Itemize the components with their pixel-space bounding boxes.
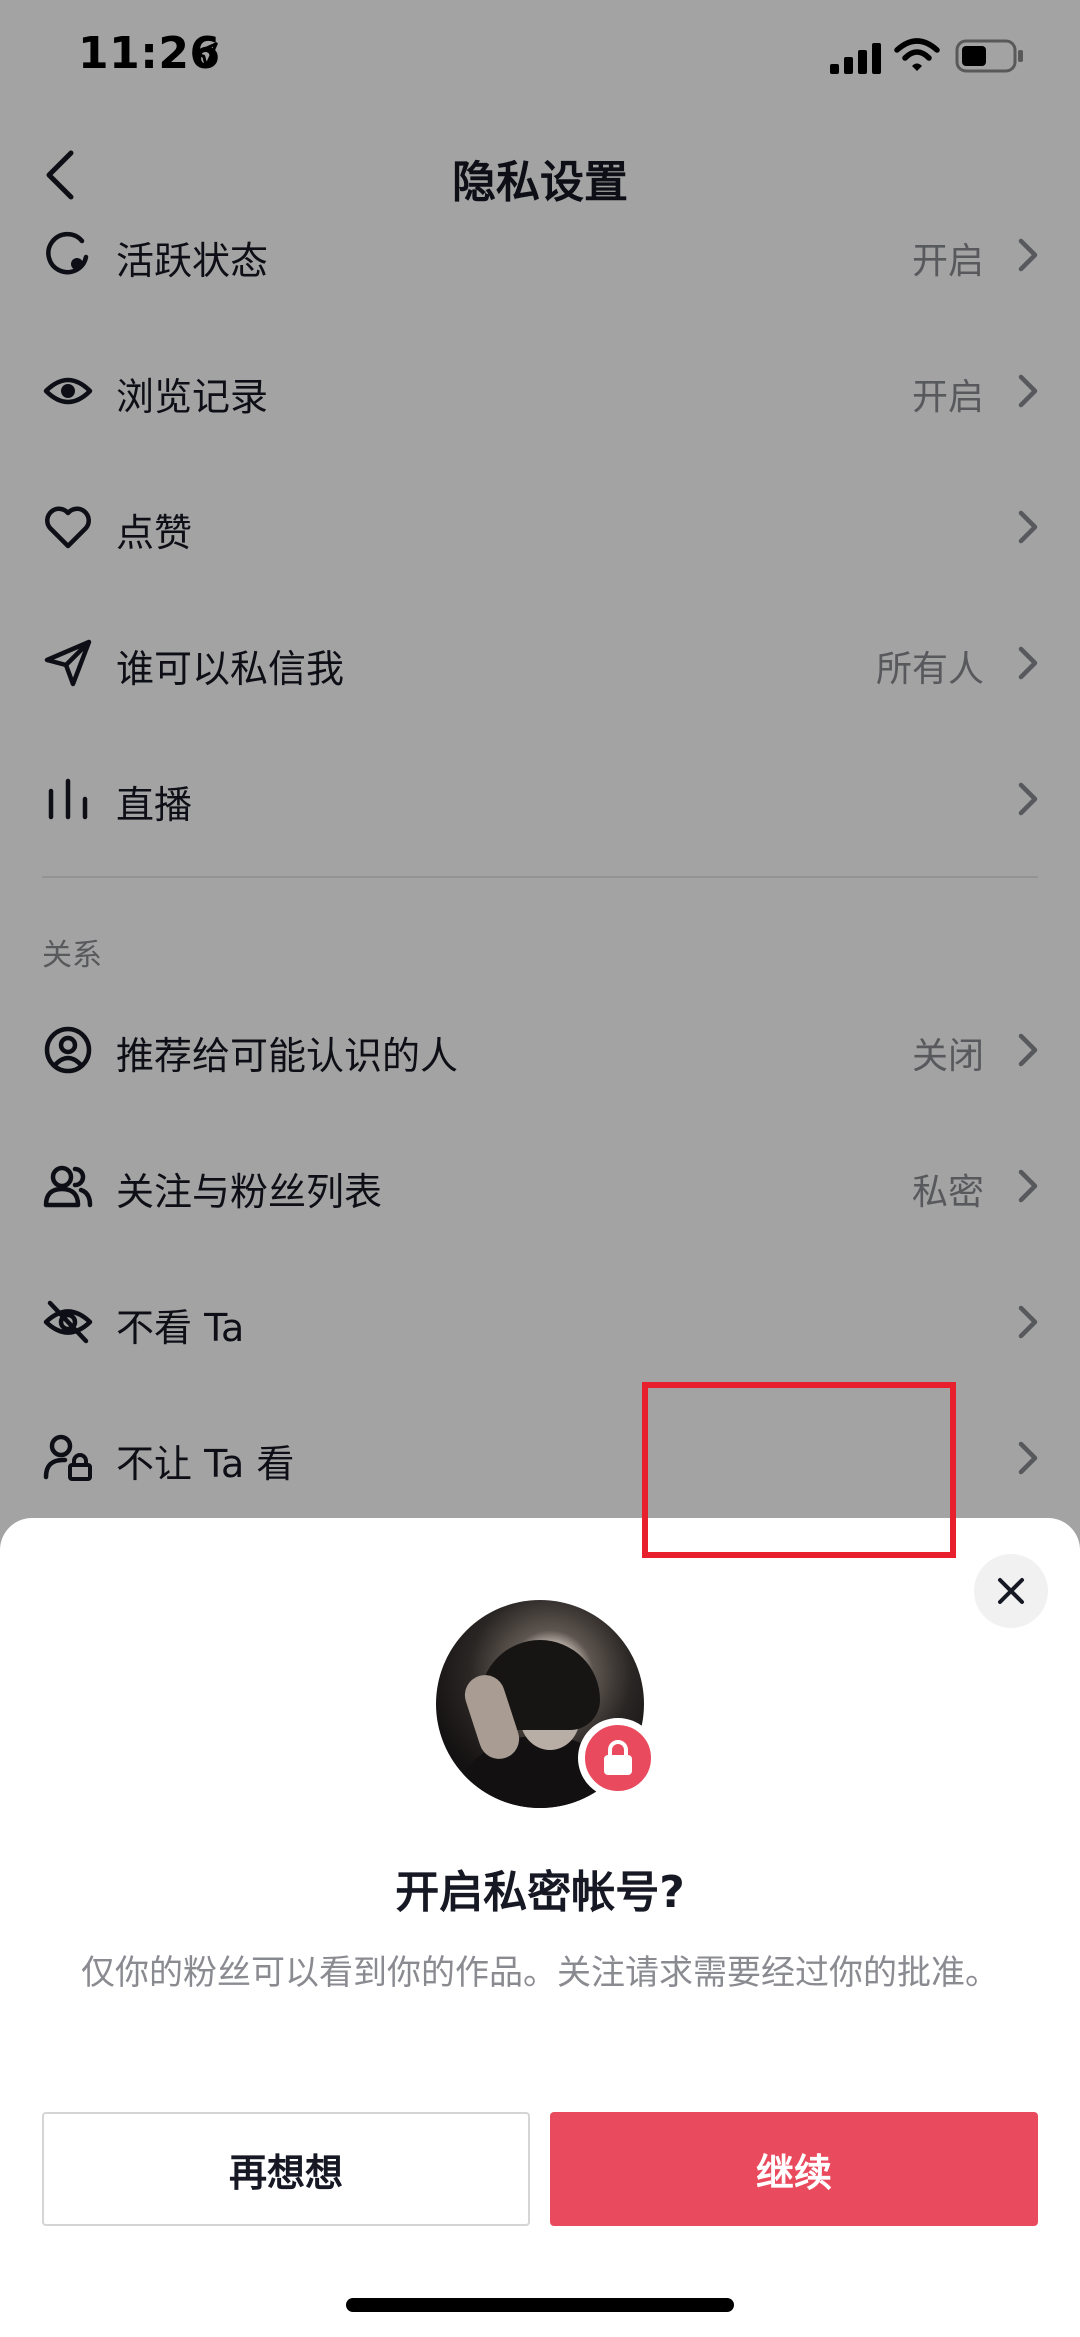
private-account-sheet: 开启私密帐号? 仅你的粉丝可以看到你的作品。关注请求需要经过你的批准。 再想想 … [0, 1518, 1080, 2337]
cancel-button[interactable]: 再想想 [42, 2112, 530, 2226]
close-button[interactable] [974, 1554, 1048, 1628]
lock-badge [578, 1718, 658, 1798]
sheet-title: 开启私密帐号? [395, 1867, 685, 1918]
home-indicator[interactable] [346, 2298, 734, 2312]
sheet-description: 仅你的粉丝可以看到你的作品。关注请求需要经过你的批准。 [81, 1953, 999, 1993]
lock-icon [604, 1740, 632, 1775]
continue-button[interactable]: 继续 [550, 2112, 1038, 2226]
close-icon [998, 1578, 1024, 1604]
